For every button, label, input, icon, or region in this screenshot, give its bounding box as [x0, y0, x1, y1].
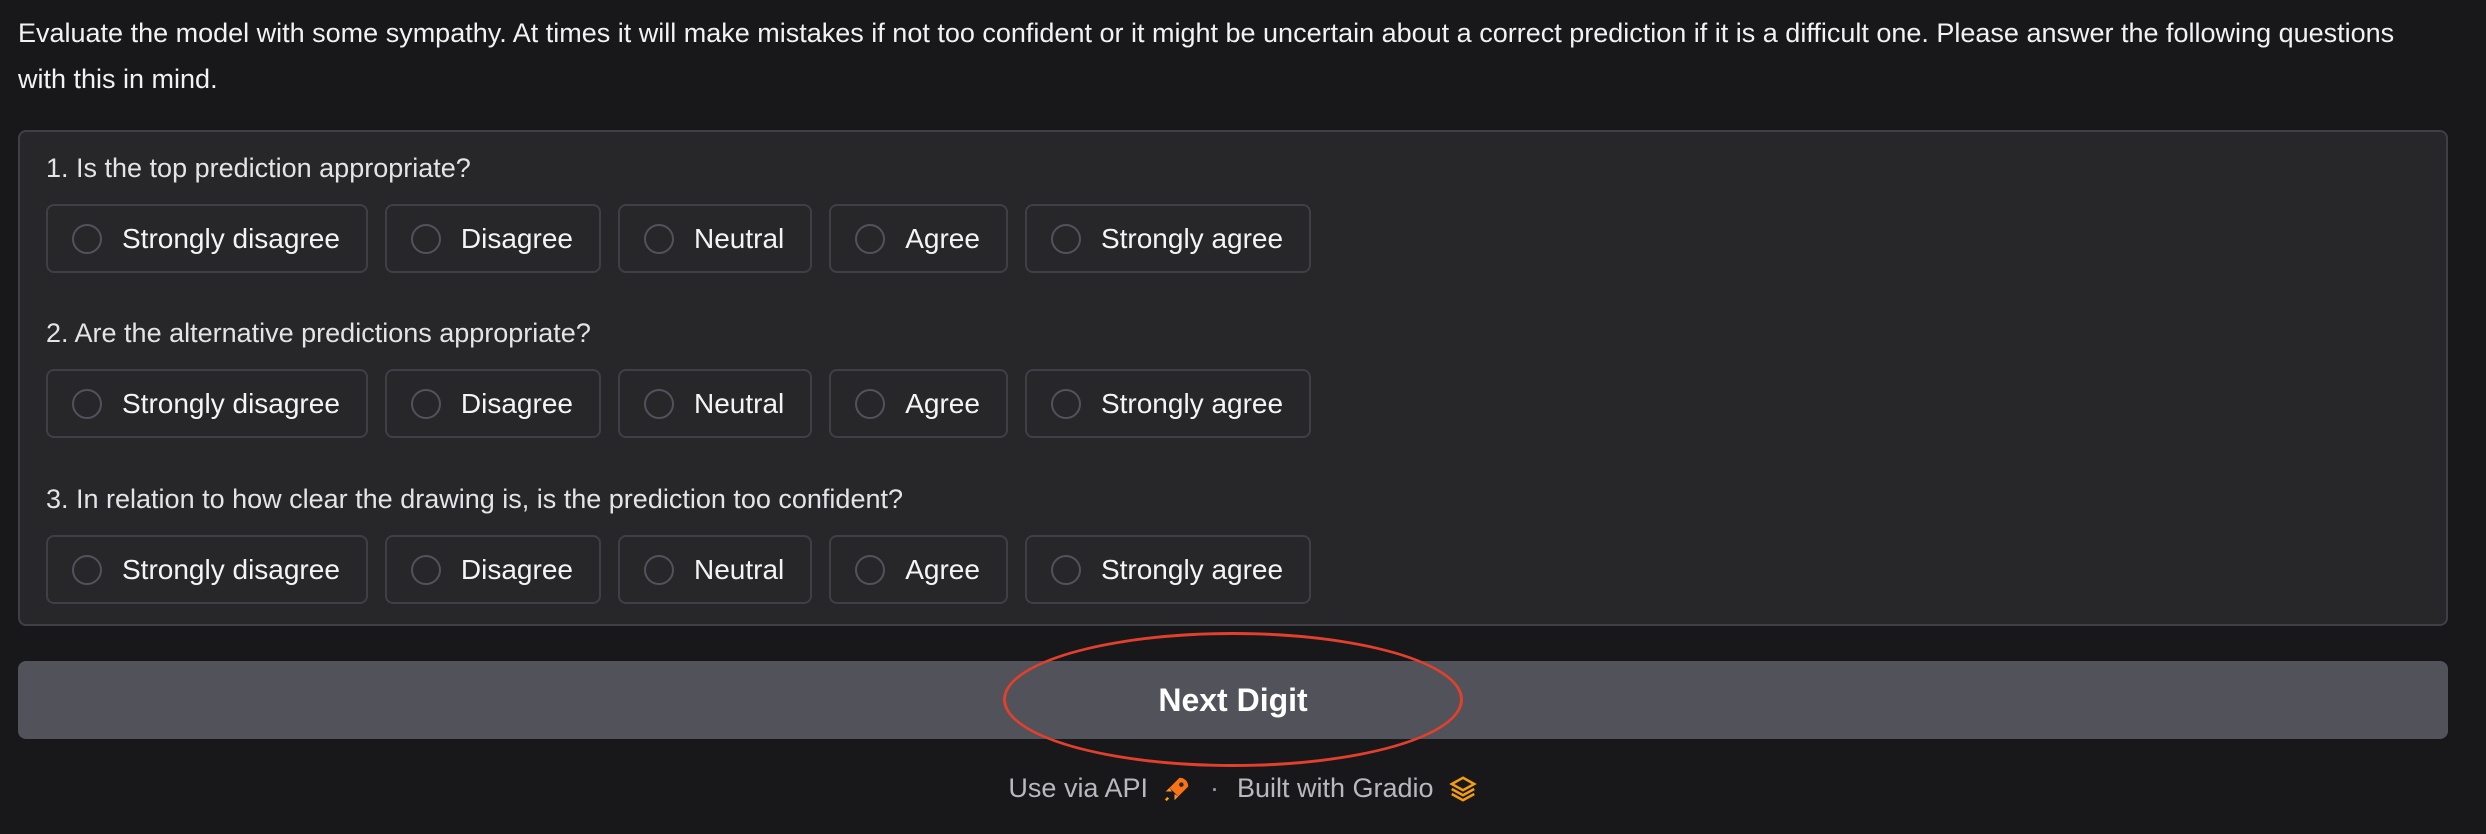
option-label: Disagree [460, 553, 573, 585]
option-label: Agree [905, 387, 980, 419]
option-label: Agree [905, 222, 980, 254]
question-2-label: 2. Are the alternative predictions appro… [46, 318, 591, 348]
radio-circle-icon[interactable] [410, 388, 441, 419]
option-label: Disagree [460, 387, 573, 419]
footer: Use via API · Built with Gradio [0, 773, 2486, 804]
footer-separator: · [1209, 773, 1219, 803]
radio-circle-icon[interactable] [643, 388, 674, 419]
option-label: Strongly agree [1100, 553, 1284, 585]
radio-circle-icon[interactable] [643, 554, 674, 585]
instructions-text: Evaluate the model with some sympathy. A… [18, 18, 2395, 94]
q1-option-agree[interactable]: Agree [829, 204, 1008, 273]
option-label: Strongly disagree [122, 222, 340, 254]
option-label: Strongly agree [1100, 222, 1284, 254]
q1-option-neutral[interactable]: Neutral [617, 204, 813, 273]
option-label: Agree [905, 553, 980, 585]
questionnaire-panel: 1. Is the top prediction appropriate? St… [18, 130, 2448, 626]
use-via-api-label: Use via API [1008, 773, 1148, 803]
radio-circle-icon[interactable] [855, 554, 886, 585]
radio-circle-icon[interactable] [643, 223, 674, 254]
radio-circle-icon[interactable] [855, 223, 886, 254]
q3-option-strongly-agree[interactable]: Strongly agree [1024, 535, 1312, 604]
built-with-gradio-label: Built with Gradio [1236, 773, 1434, 803]
question-3: 3. In relation to how clear the drawing … [46, 483, 2346, 604]
question-1-radio-group: Strongly disagree Disagree Neutral Agree… [46, 204, 2346, 273]
radio-circle-icon[interactable] [855, 388, 886, 419]
radio-circle-icon[interactable] [1050, 388, 1081, 419]
q3-option-disagree[interactable]: Disagree [384, 535, 601, 604]
option-label: Strongly disagree [122, 553, 340, 585]
q3-option-strongly-disagree[interactable]: Strongly disagree [46, 535, 368, 604]
q1-option-strongly-agree[interactable]: Strongly agree [1024, 204, 1312, 273]
question-3-label: 3. In relation to how clear the drawing … [46, 484, 903, 514]
question-2-radio-group: Strongly disagree Disagree Neutral Agree… [46, 369, 2346, 438]
question-1-label: 1. Is the top prediction appropriate? [46, 153, 471, 183]
next-digit-label: Next Digit [1158, 682, 1308, 718]
option-label: Strongly agree [1100, 387, 1284, 419]
q1-option-strongly-disagree[interactable]: Strongly disagree [46, 204, 368, 273]
built-with-gradio-link[interactable]: Built with Gradio [1237, 773, 1478, 804]
radio-circle-icon[interactable] [1050, 223, 1081, 254]
question-1: 1. Is the top prediction appropriate? St… [46, 152, 2346, 273]
option-label: Neutral [693, 387, 785, 419]
q2-option-neutral[interactable]: Neutral [617, 369, 813, 438]
option-label: Disagree [460, 222, 573, 254]
q2-option-disagree[interactable]: Disagree [384, 369, 601, 438]
next-digit-button[interactable]: Next Digit [18, 661, 2448, 739]
radio-circle-icon[interactable] [410, 554, 441, 585]
q2-option-agree[interactable]: Agree [829, 369, 1008, 438]
rocket-icon [1164, 777, 1189, 801]
question-3-radio-group: Strongly disagree Disagree Neutral Agree… [46, 535, 2346, 604]
option-label: Neutral [693, 222, 785, 254]
q1-option-disagree[interactable]: Disagree [384, 204, 601, 273]
q2-option-strongly-disagree[interactable]: Strongly disagree [46, 369, 368, 438]
radio-circle-icon[interactable] [410, 223, 441, 254]
radio-circle-icon[interactable] [72, 388, 102, 419]
use-via-api-link[interactable]: Use via API [1008, 773, 1192, 804]
q2-option-strongly-agree[interactable]: Strongly agree [1024, 369, 1312, 438]
q3-option-agree[interactable]: Agree [829, 535, 1008, 604]
question-2: 2. Are the alternative predictions appro… [46, 317, 2346, 438]
radio-circle-icon[interactable] [1050, 554, 1081, 585]
radio-circle-icon[interactable] [72, 554, 102, 585]
option-label: Strongly disagree [122, 387, 340, 419]
gradio-logo-icon [1448, 775, 1477, 802]
q3-option-neutral[interactable]: Neutral [617, 535, 813, 604]
option-label: Neutral [693, 553, 785, 585]
radio-circle-icon[interactable] [72, 223, 102, 254]
